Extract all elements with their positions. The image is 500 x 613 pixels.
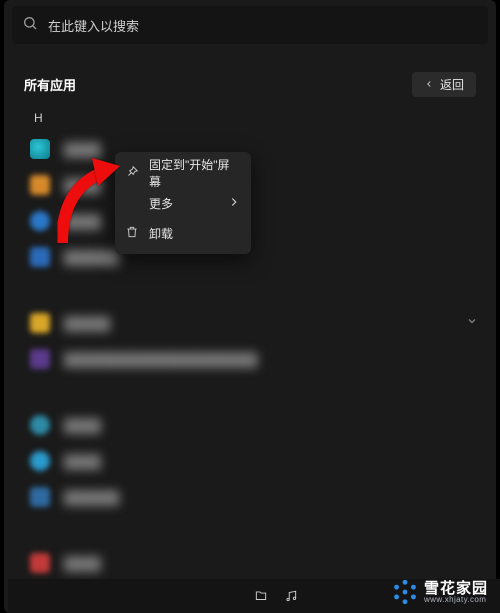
app-label: ████ — [64, 418, 101, 433]
app-label: ████ — [64, 454, 101, 469]
app-icon — [30, 175, 50, 195]
app-icon — [30, 247, 50, 267]
section-letter[interactable]: H — [34, 111, 496, 125]
taskbar-explorer-icon[interactable] — [246, 581, 276, 611]
app-label: ██████ — [64, 490, 119, 505]
menu-more[interactable]: 更多 — [115, 188, 251, 218]
menu-label: 更多 — [149, 195, 173, 212]
trash-icon — [125, 225, 139, 242]
app-icon — [30, 487, 50, 507]
app-label: ████ — [64, 556, 101, 571]
list-item[interactable]: ████ — [4, 407, 496, 443]
list-item[interactable]: █████ — [4, 305, 496, 341]
search-input[interactable]: 在此键入以搜索 — [12, 6, 488, 44]
app-icon — [30, 553, 50, 573]
context-menu: 固定到"开始"屏幕 更多 卸载 — [115, 152, 251, 254]
menu-pin-to-start[interactable]: 固定到"开始"屏幕 — [115, 158, 251, 188]
app-label: █████████████████████ — [64, 352, 257, 367]
back-button[interactable]: 返回 — [412, 72, 476, 97]
list-item[interactable]: ████ — [4, 545, 496, 581]
app-icon — [30, 211, 50, 231]
app-label: ████ — [64, 178, 101, 193]
list-item[interactable]: ████ — [4, 443, 496, 479]
app-label: ████ — [64, 214, 101, 229]
taskbar-app-icon[interactable] — [306, 581, 340, 611]
chevron-right-icon — [227, 195, 241, 212]
menu-label: 固定到"开始"屏幕 — [149, 156, 241, 190]
list-item[interactable]: █████████████████████ — [4, 341, 496, 377]
app-icon — [30, 349, 50, 369]
all-apps-header: 所有应用 返回 — [24, 72, 476, 97]
list-item[interactable]: ██████ — [4, 479, 496, 515]
search-icon — [22, 15, 38, 36]
app-icon — [30, 451, 50, 471]
app-label: █████ — [64, 316, 110, 331]
app-icon — [30, 139, 50, 159]
menu-uninstall[interactable]: 卸载 — [115, 218, 251, 248]
back-label: 返回 — [440, 76, 464, 93]
start-menu-panel: 在此键入以搜索 所有应用 返回 H ████ ████ ████ ██████ — [4, 0, 496, 613]
app-label: ████ — [64, 142, 101, 157]
app-label: ██████ — [64, 250, 119, 265]
menu-label: 卸载 — [149, 225, 173, 242]
taskbar — [8, 579, 500, 613]
app-icon — [30, 415, 50, 435]
page-title: 所有应用 — [24, 75, 76, 94]
app-icon — [30, 313, 50, 333]
pin-icon — [125, 165, 139, 182]
chevron-down-icon[interactable] — [466, 314, 478, 332]
chevron-left-icon — [424, 78, 434, 92]
taskbar-music-icon[interactable] — [276, 581, 306, 611]
search-placeholder: 在此键入以搜索 — [48, 16, 139, 35]
